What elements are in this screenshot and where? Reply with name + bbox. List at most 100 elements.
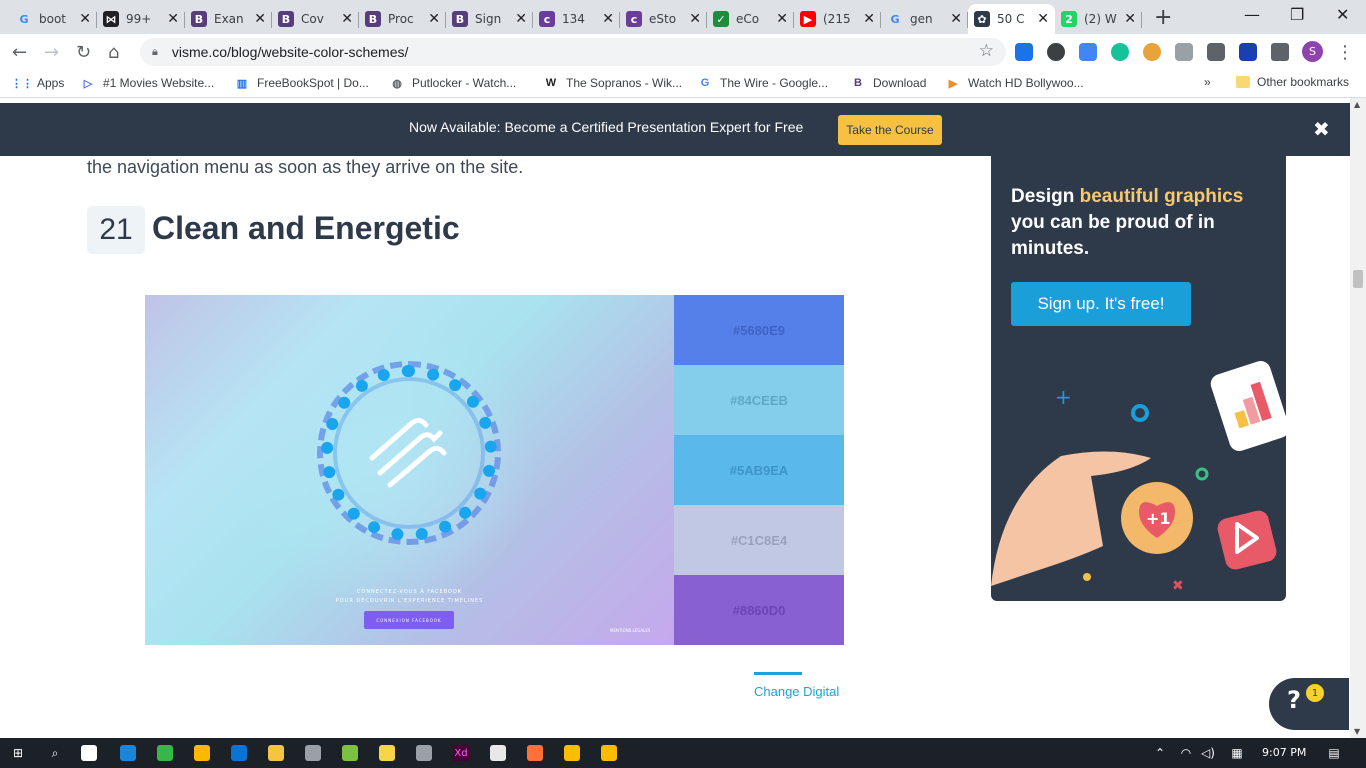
edge-icon[interactable] — [120, 745, 136, 761]
new-tab-button[interactable]: + — [1154, 5, 1172, 30]
tab-10[interactable]: ▶ (215 ✕ — [794, 4, 881, 34]
x-decoration-icon: ✖ — [1172, 578, 1184, 594]
adobe-xd-icon[interactable]: Xd — [453, 745, 469, 761]
tab-11[interactable]: Ggen ✕ — [881, 4, 968, 34]
help-badge: 1 — [1304, 682, 1326, 704]
extensions-puzzle-icon[interactable] — [1271, 43, 1289, 61]
tab-close-icon[interactable]: ✕ — [79, 11, 91, 27]
bookmark-1[interactable]: ⋮⋮ Apps — [11, 75, 64, 91]
scroll-thumb[interactable] — [1353, 270, 1363, 288]
profile-avatar[interactable]: S — [1302, 41, 1323, 62]
help-chat-button[interactable]: ? 1 — [1269, 678, 1349, 730]
tab-close-icon[interactable]: ✕ — [776, 11, 788, 27]
page-scrollbar[interactable]: ▲ ▼ — [1350, 98, 1366, 738]
bookmark-5[interactable]: W The Sopranos - Wik... — [543, 75, 682, 91]
extension-icon-2[interactable] — [1047, 43, 1065, 61]
eyedropper-extension-icon[interactable] — [1207, 43, 1225, 61]
banner-text: Now Available: Become a Certified Presen… — [409, 119, 804, 135]
tab-9[interactable]: ✓ eCo ✕ — [707, 4, 794, 34]
store-icon[interactable] — [194, 745, 210, 761]
promo-banner: Now Available: Become a Certified Presen… — [0, 103, 1350, 156]
tab-close-icon[interactable]: ✕ — [254, 11, 266, 27]
tab-3[interactable]: B Exan ✕ — [185, 4, 272, 34]
tab-4[interactable]: B Cov ✕ — [272, 4, 359, 34]
address-bar[interactable]: 🔒︎ visme.co/blog/website-color-schemes/ … — [140, 38, 1006, 66]
forward-icon[interactable]: → — [44, 42, 59, 63]
scroll-up-icon[interactable]: ▲ — [1354, 100, 1360, 109]
chrome-icon[interactable] — [564, 745, 580, 761]
scroll-down-icon[interactable]: ▼ — [1354, 727, 1360, 736]
signup-button[interactable]: Sign up. It's free! — [1011, 282, 1191, 326]
tab-12[interactable]: ✿ 50 C ✕ — [968, 4, 1055, 34]
menu-kebab-icon[interactable]: ⋮ — [1336, 42, 1354, 63]
firefox-icon[interactable] — [527, 745, 543, 761]
tab-close-icon[interactable]: ✕ — [341, 11, 353, 27]
file-explorer-icon[interactable] — [268, 745, 284, 761]
keyboard-icon[interactable]: ▦ — [1226, 745, 1248, 761]
tab-8[interactable]: c eSto ✕ — [620, 4, 707, 34]
mail-icon[interactable] — [231, 745, 247, 761]
minimize-button[interactable]: — — [1244, 5, 1260, 24]
search-icon[interactable]: ⌕ — [47, 745, 63, 761]
tab-1[interactable]: Gboot ✕ — [10, 4, 97, 34]
reload-icon[interactable]: ↻ — [76, 42, 91, 63]
taskbar-clock[interactable]: 9:07 PM — [1262, 746, 1306, 759]
extension-icon-1[interactable] — [1015, 43, 1033, 61]
wifi-icon[interactable]: ◠ — [1178, 745, 1194, 761]
bookmark-6[interactable]: G The Wire - Google... — [697, 75, 828, 91]
tab-close-icon[interactable]: ✕ — [515, 11, 527, 27]
tab-7[interactable]: c 134 ✕ — [533, 4, 620, 34]
notifications-icon[interactable]: ▤ — [1326, 745, 1342, 761]
bookmark-3[interactable]: ▥ FreeBookSpot | Do... — [234, 75, 369, 91]
extension-icon-5[interactable] — [1143, 43, 1161, 61]
volume-icon[interactable]: ◁) — [1200, 745, 1216, 761]
sticky-notes-icon[interactable] — [379, 745, 395, 761]
tab-close-icon[interactable]: ✕ — [1037, 11, 1049, 27]
url-text[interactable]: visme.co/blog/website-color-schemes/ — [172, 44, 409, 60]
tab-close-icon[interactable]: ✕ — [428, 11, 440, 27]
tab-5[interactable]: B Proc ✕ — [359, 4, 446, 34]
back-icon[interactable]: ← — [12, 42, 27, 63]
home-icon[interactable]: ⌂ — [108, 42, 119, 63]
tab-close-icon[interactable]: ✕ — [950, 11, 962, 27]
android-icon[interactable] — [342, 745, 358, 761]
other-bookmarks-folder[interactable]: Other bookmarks — [1236, 75, 1349, 89]
tab-close-icon[interactable]: ✕ — [602, 11, 614, 27]
extension-icon-8[interactable] — [1239, 43, 1257, 61]
credit-link[interactable]: Change Digital — [754, 684, 839, 699]
lock-icon[interactable]: 🔒︎ — [152, 45, 158, 59]
take-course-button[interactable]: Take the Course — [838, 115, 942, 145]
tab-close-icon[interactable]: ✕ — [1124, 11, 1136, 27]
window-close-button[interactable]: ✕ — [1336, 5, 1349, 24]
chrome-icon-2[interactable] — [601, 745, 617, 761]
grammarly-extension-icon[interactable] — [1111, 43, 1129, 61]
bookmarks-overflow-button[interactable]: » — [1204, 75, 1211, 89]
bookmark-2[interactable]: ▷ #1 Movies Website... — [80, 75, 214, 91]
paint-icon[interactable] — [490, 745, 506, 761]
tab-2[interactable]: ⋈ 99+ ✕ — [97, 4, 185, 34]
banner-close-icon[interactable]: ✖ — [1313, 117, 1330, 141]
tab-13[interactable]: 2 (2) W ✕ — [1055, 4, 1142, 34]
play-card-icon — [1217, 510, 1277, 570]
tab-6[interactable]: B Sign ✕ — [446, 4, 533, 34]
windows-start-icon[interactable]: ⊞ — [10, 745, 26, 761]
tray-chevron-icon[interactable]: ⌃ — [1152, 745, 1168, 761]
calculator-icon[interactable] — [305, 745, 321, 761]
bookmark-4[interactable]: ◍ Putlocker - Watch... — [389, 75, 516, 91]
bookmark-star-icon[interactable]: ☆ — [979, 41, 994, 61]
tab-close-icon[interactable]: ✕ — [167, 11, 179, 27]
bookmark-7[interactable]: B Download — [850, 75, 926, 91]
extension-icon-6[interactable] — [1175, 43, 1193, 61]
tab-close-icon[interactable]: ✕ — [689, 11, 701, 27]
clock-app-icon[interactable] — [416, 745, 432, 761]
maximize-button[interactable]: ❐ — [1290, 5, 1304, 24]
refresh-app-icon[interactable] — [157, 745, 173, 761]
bookmark-label: Watch HD Bollywoo... — [968, 76, 1084, 90]
tab-close-icon[interactable]: ✕ — [863, 11, 875, 27]
translate-extension-icon[interactable] — [1079, 43, 1097, 61]
tab-title: 99+ — [126, 12, 152, 26]
tab-title: 134 — [562, 12, 585, 26]
task-view-icon[interactable] — [81, 745, 97, 761]
windows-taskbar: ⌃ ◠ ◁) ▦ 9:07 PM ▤ ⊞ ⌕ Xd — [0, 738, 1366, 768]
bookmark-8[interactable]: ▶ Watch HD Bollywoo... — [945, 75, 1084, 91]
